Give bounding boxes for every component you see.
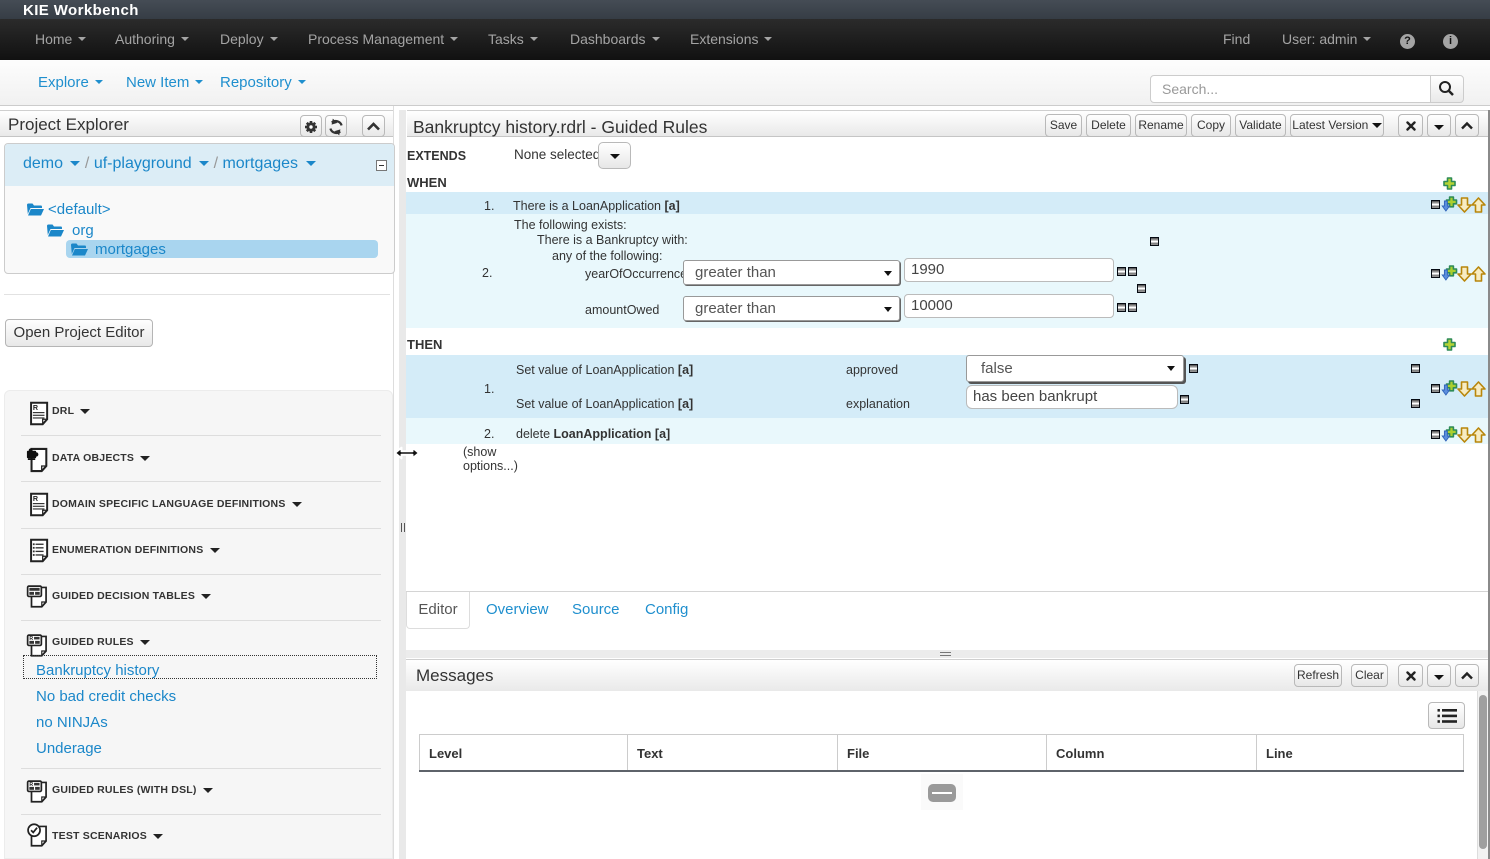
svg-text:R: R [33,404,38,412]
svg-text:R: R [33,495,38,503]
